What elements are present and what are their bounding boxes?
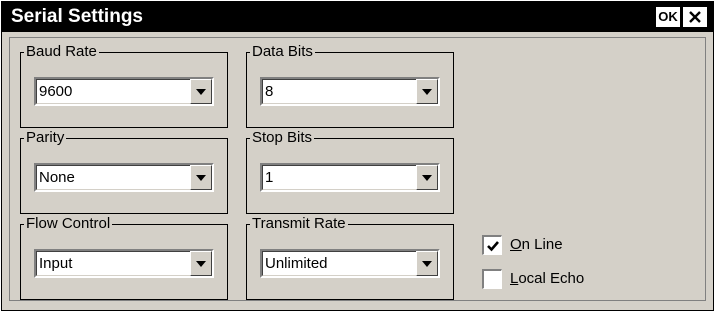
stop-bits-group: Stop Bits 1	[246, 129, 454, 214]
flow-control-value: Input	[39, 255, 73, 272]
chevron-down-icon	[422, 175, 432, 181]
data-bits-label: Data Bits	[250, 43, 315, 61]
chevron-down-icon	[196, 261, 206, 267]
stop-bits-label: Stop Bits	[250, 129, 315, 147]
settings-panel: Baud Rate 9600 Data Bits 8 Parity None S…	[9, 37, 706, 301]
local-echo-label: Local Echo	[510, 270, 585, 287]
flow-control-group: Flow Control Input	[20, 215, 228, 300]
parity-dropdown-button[interactable]	[190, 165, 212, 190]
baud-rate-select[interactable]: 9600	[34, 77, 214, 106]
stop-bits-dropdown-button[interactable]	[416, 165, 438, 190]
chevron-down-icon	[196, 175, 206, 181]
ok-button[interactable]: OK	[656, 7, 680, 27]
on-line-label: On Line	[510, 236, 563, 253]
transmit-rate-select[interactable]: Unlimited	[260, 249, 440, 278]
parity-value: None	[39, 169, 75, 186]
parity-label: Parity	[24, 129, 67, 147]
transmit-rate-label: Transmit Rate	[250, 215, 348, 233]
transmit-rate-value: Unlimited	[265, 255, 328, 272]
parity-group: Parity None	[20, 129, 228, 214]
stop-bits-value: 1	[265, 169, 274, 186]
data-bits-select[interactable]: 8	[260, 77, 440, 106]
chevron-down-icon	[422, 89, 432, 95]
flow-control-select[interactable]: Input	[34, 249, 214, 278]
data-bits-group: Data Bits 8	[246, 43, 454, 128]
baud-rate-value: 9600	[39, 83, 73, 100]
chevron-down-icon	[196, 89, 206, 95]
data-bits-dropdown-button[interactable]	[416, 79, 438, 104]
baud-rate-label: Baud Rate	[24, 43, 99, 61]
local-echo-checkbox[interactable]	[482, 269, 502, 289]
checkmark-icon	[487, 241, 499, 252]
close-button[interactable]	[683, 7, 707, 27]
flow-control-label: Flow Control	[24, 215, 113, 233]
stop-bits-select[interactable]: 1	[260, 163, 440, 192]
data-bits-value: 8	[265, 83, 274, 100]
flow-control-dropdown-button[interactable]	[190, 251, 212, 276]
close-icon	[689, 11, 701, 23]
transmit-rate-dropdown-button[interactable]	[416, 251, 438, 276]
parity-select[interactable]: None	[34, 163, 214, 192]
chevron-down-icon	[422, 261, 432, 267]
serial-settings-window: Serial Settings OK Baud Rate 9600 Data B…	[1, 1, 714, 311]
baud-rate-group: Baud Rate 9600	[20, 43, 228, 128]
baud-rate-dropdown-button[interactable]	[190, 79, 212, 104]
window-title: Serial Settings	[11, 6, 143, 27]
title-bar[interactable]: Serial Settings OK	[2, 2, 713, 32]
transmit-rate-group: Transmit Rate Unlimited	[246, 215, 454, 300]
on-line-checkbox[interactable]	[482, 235, 502, 255]
